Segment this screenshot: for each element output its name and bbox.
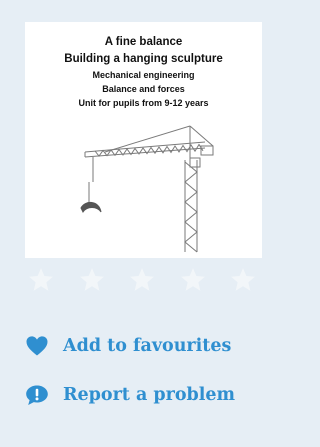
speech-bubble-exclamation-icon (26, 385, 48, 405)
report-a-problem-label[interactable]: Report a problem (63, 385, 235, 405)
crane-illustration (80, 125, 214, 253)
star-rating[interactable] (27, 266, 257, 296)
star-icon[interactable] (179, 266, 207, 294)
resource-cover-image[interactable]: A fine balance Building a hanging sculpt… (25, 22, 262, 258)
report-a-problem-link[interactable]: Report a problem (25, 383, 235, 407)
add-to-favourites-label[interactable]: Add to favourites (63, 336, 231, 356)
star-icon[interactable] (128, 266, 156, 294)
resource-sidebar: A fine balance Building a hanging sculpt… (0, 0, 281, 447)
add-to-favourites-link[interactable]: Add to favourites (25, 334, 231, 358)
star-icon[interactable] (27, 266, 55, 294)
heart-icon (26, 336, 48, 356)
star-icon[interactable] (78, 266, 106, 294)
star-icon[interactable] (229, 266, 257, 294)
